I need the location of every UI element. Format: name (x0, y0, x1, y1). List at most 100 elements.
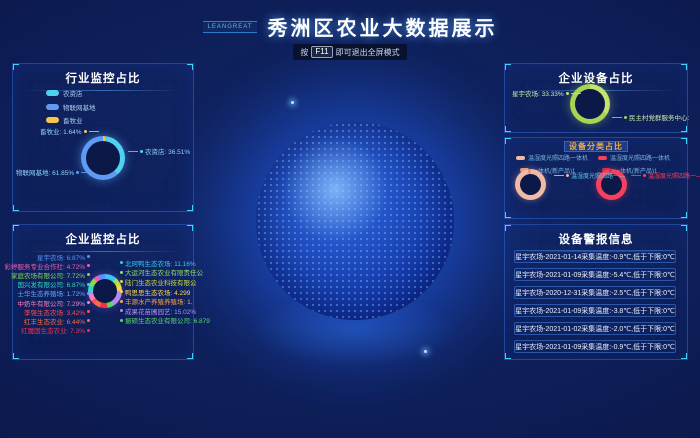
chart-label: 振硕生态农业有限公司: 6.879 (120, 316, 200, 326)
alarm-row: 星宇农场-2021-01-09采集温度:-0.9℃,低于下限:0℃ (514, 340, 676, 353)
label-marker-dot (87, 329, 90, 332)
corner-decoration (681, 353, 688, 360)
chart-callout: 物联网基地: 61.85% (16, 167, 91, 177)
enterprise-left-labels: 星宇农场: 6.87%彩婷服务专业合作社: 4.72%家庭农场有限公司: 7.7… (2, 252, 90, 335)
chart-callout: 温湿度光照四路一— (631, 171, 700, 180)
label-marker-dot (87, 283, 90, 286)
corner-decoration (681, 212, 688, 219)
alarm-row: 星宇农场-2021-01-02采集温度:-2.0℃,低于下限:0℃ (514, 322, 676, 335)
chart-label-text: 红魔国生态农业: 7.3% (21, 325, 85, 335)
corner-decoration (504, 212, 511, 219)
corner-decoration (681, 126, 688, 133)
corner-decoration (504, 126, 511, 133)
corner-decoration (681, 63, 688, 70)
alarm-row: 星宇农场-2021-01-14采集温度:-0.9℃,低于下限:0℃ (514, 250, 676, 263)
label-marker-dot (87, 319, 90, 322)
f11-key-badge: F11 (311, 46, 332, 58)
decor-glow-dot (424, 350, 427, 353)
corner-decoration (504, 353, 511, 360)
alarm-row: 星宇农场-2021-01-09采集温度:-5.4℃,低于下限:0℃ (514, 268, 676, 281)
legend-item[interactable]: 温湿度光照四路一体机 (598, 153, 670, 162)
enterprise-donut-chart[interactable] (88, 274, 122, 308)
category-section-title: 设备分类占比 (564, 141, 628, 152)
chart-label-text: 成果花苗圃园艺: 15.02% (125, 306, 196, 316)
legend-swatch (516, 156, 525, 160)
chart-label: 大运河生态农业有限责任公 (120, 268, 200, 278)
legend-label: 农资店 (63, 88, 83, 98)
legend-item[interactable]: 农资店 (46, 88, 96, 98)
panel-title: 设备警报信息 (505, 231, 687, 247)
chart-label-text: 大运河生态农业有限责任公 (125, 267, 203, 277)
header: LEANGREAT 秀洲区农业大数据展示 按 F11 即可退出全屏模式 (0, 12, 700, 60)
label-marker-dot (87, 301, 90, 304)
label-marker-dot (120, 271, 123, 274)
chart-callout: 农资店: 36.51% (128, 146, 190, 156)
chart-callout: 温湿度光照四路一— (554, 171, 625, 180)
legend-item[interactable]: 温湿度光照四路一体机 (516, 153, 588, 162)
panel-title: 企业监控占比 (13, 231, 193, 247)
corner-decoration (681, 224, 688, 231)
legend-label: 畜牧业 (63, 115, 83, 125)
label-marker-dot (87, 292, 90, 295)
legend-swatch (598, 156, 607, 160)
alarm-row: 星宇农场-2021-01-09采集温度:-3.8℃,低于下限:0℃ (514, 304, 676, 317)
chart-callout: 畜牧业: 1.64% (40, 126, 99, 136)
legend-item[interactable]: 畜牧业 (46, 115, 96, 125)
label-marker-dot (87, 273, 90, 276)
corner-decoration (681, 137, 688, 144)
label-marker-dot (120, 309, 123, 312)
chart-label: 丰源水产养殖养殖场: 1. (120, 296, 200, 306)
panel-title: 企业设备占比 (505, 70, 687, 86)
hint-suffix: 即可退出全屏模式 (336, 47, 400, 58)
chart-label-text: 陆门生态农业科技有限公 (125, 277, 197, 287)
label-marker-dot (120, 300, 123, 303)
fullscreen-hint: 按 F11 即可退出全屏模式 (293, 44, 406, 60)
corner-decoration (187, 224, 194, 231)
legend-item[interactable]: 物联网基地 (46, 102, 96, 112)
label-marker-dot (120, 261, 123, 264)
label-marker-dot (87, 310, 90, 313)
label-marker-dot (120, 290, 123, 293)
chart-label: 陆门生态农业科技有限公 (120, 277, 200, 287)
chart-label: 北珂鸭生态农场: 11.16% (120, 258, 200, 268)
chart-label: 成果花苗圃园艺: 15.02% (120, 306, 200, 316)
panel-title: 行业监控占比 (13, 70, 193, 86)
corner-decoration (12, 224, 19, 231)
corner-decoration (504, 63, 511, 70)
label-marker-dot (120, 319, 123, 322)
legend-label: 温湿度光照四路一体机 (610, 153, 670, 162)
legend-swatch (46, 104, 59, 110)
chart-label: 鸭思思生态农场: 4.299 (120, 287, 200, 297)
decor-glow-dot (291, 101, 294, 104)
logo-badge: LEANGREAT (203, 21, 258, 33)
label-marker-dot (87, 264, 90, 267)
corner-decoration (12, 205, 19, 212)
chart-label-text: 北珂鸭生态农场: 11.16% (125, 258, 196, 268)
alarm-list: 星宇农场-2021-01-14采集温度:-0.9℃,低于下限:0℃ 星宇农场-20… (514, 250, 676, 358)
chart-label: 红魔国生态农业: 7.3% (2, 326, 90, 335)
legend-swatch (46, 117, 59, 123)
label-marker-dot (87, 255, 90, 258)
chart-label-text: 鸭思思生态农场: 4.299 (125, 287, 190, 297)
corner-decoration (12, 63, 19, 70)
legend-label: 温湿度光照四路一体机 (528, 153, 588, 162)
chart-label-text: 振硕生态农业有限公司: 6.879 (125, 315, 210, 325)
legend-swatch (46, 90, 59, 96)
corner-decoration (187, 353, 194, 360)
globe-visualization (256, 122, 454, 320)
industry-legend: 农资店物联网基地畜牧业 (46, 88, 96, 125)
enterprise-right-labels: 北珂鸭生态农场: 11.16%大运河生态农业有限责任公陆门生态农业科技有限公鸭思… (120, 258, 200, 325)
corner-decoration (187, 205, 194, 212)
corner-decoration (504, 137, 511, 144)
category-left-donut-chart[interactable] (515, 169, 546, 200)
legend-label: 物联网基地 (63, 102, 96, 112)
chart-callout: 星宇农场: 33.33% (512, 88, 581, 98)
corner-decoration (187, 63, 194, 70)
chart-label-text: 丰源水产养殖养殖场: 1. (125, 296, 193, 306)
page-title: 秀洲区农业大数据展示 (267, 12, 497, 41)
chart-callout: 民主村党群服务中心: (612, 112, 689, 122)
corner-decoration (12, 353, 19, 360)
alarm-row: 星宇农场-2020-12-31采集温度:-2.5℃,低于下限:0℃ (514, 286, 676, 299)
corner-decoration (504, 224, 511, 231)
hint-prefix: 按 (300, 47, 308, 58)
